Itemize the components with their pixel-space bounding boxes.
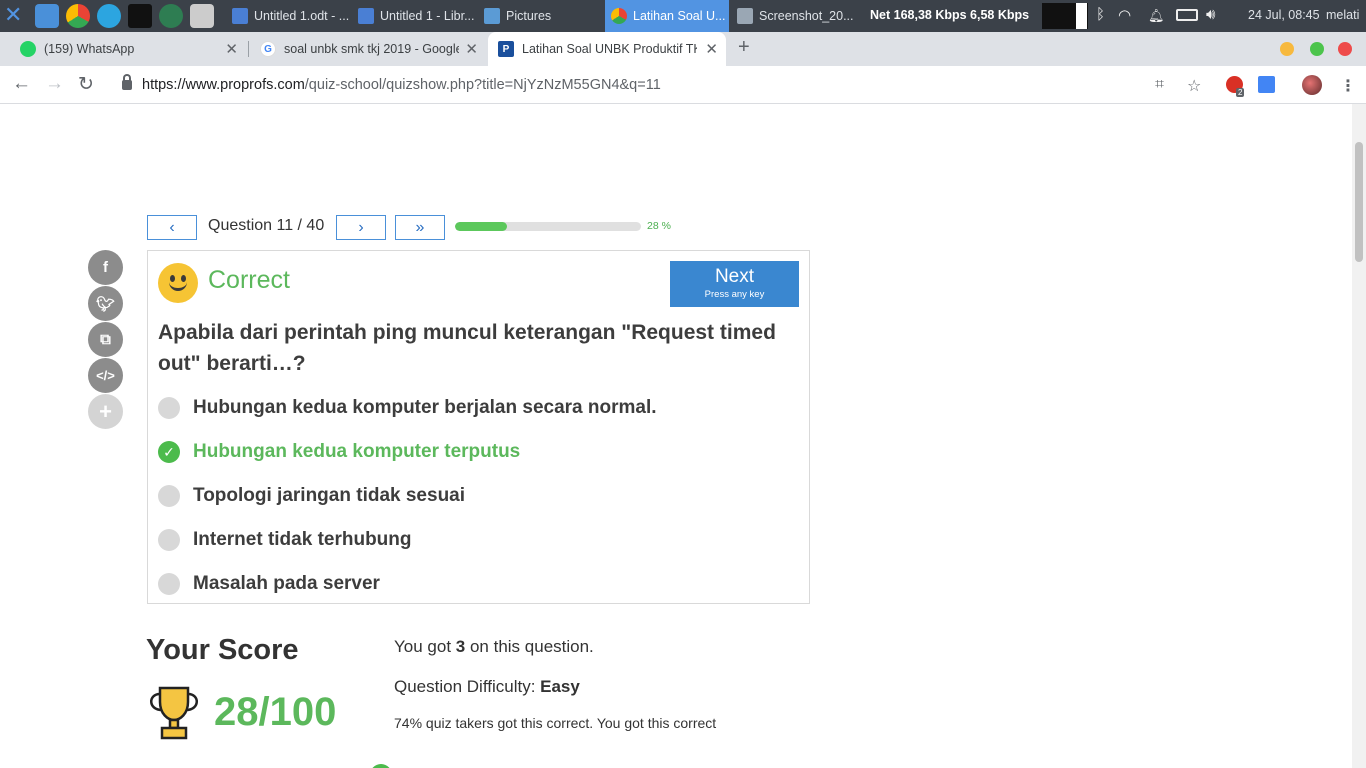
answer-option[interactable]: Internet tidak terhubung <box>158 526 412 554</box>
prev-question-button[interactable]: ‹ <box>147 215 197 240</box>
address-bar[interactable]: https://www.proprofs.com/quiz-school/qui… <box>110 70 1146 100</box>
answer-option[interactable]: Topologi jaringan tidak sesuai <box>158 482 465 510</box>
more-share-button[interactable]: + <box>88 394 123 429</box>
notification-bell-icon[interactable]: 🔔︎ <box>1148 8 1165 24</box>
network-speed: Net 168,38 Kbps 6,58 Kbps <box>870 8 1030 22</box>
trophy-icon <box>150 686 198 740</box>
new-tab-button[interactable]: + <box>738 36 750 59</box>
close-tab-icon[interactable]: ✕ <box>225 40 238 58</box>
progress-fill <box>455 222 508 231</box>
tab-separator <box>248 41 249 57</box>
url-domain: https://www.proprofs.com <box>142 77 305 93</box>
xfce-menu-icon[interactable]: ✕ <box>4 4 26 26</box>
embed-code-button[interactable]: </> <box>88 358 123 393</box>
clock[interactable]: 24 Jul, 08:45 <box>1248 8 1320 22</box>
close-window-button[interactable] <box>1338 42 1352 56</box>
facebook-share-button[interactable]: f <box>88 250 123 285</box>
battery-icon[interactable] <box>1176 9 1198 21</box>
progress-percent: 28 % <box>647 220 671 232</box>
chrome-icon[interactable] <box>66 4 90 28</box>
radio-icon[interactable] <box>158 529 180 551</box>
lock-icon <box>122 74 132 90</box>
browser-toolbar: ← → ↻ https://www.proprofs.com/quiz-scho… <box>0 66 1366 104</box>
volume-icon[interactable]: 🔊︎ <box>1206 6 1215 23</box>
score-value: 28/100 <box>214 690 337 734</box>
result-label: Correct <box>208 266 290 294</box>
radio-icon[interactable] <box>158 573 180 595</box>
question-card: Correct Next Press any key Apabila dari … <box>147 250 810 604</box>
task-writer-untitled[interactable]: Untitled 1 - Libr... <box>352 0 476 32</box>
folder-icon <box>484 8 500 24</box>
writer-icon <box>358 8 374 24</box>
tab-latihan-soal[interactable]: P Latihan Soal UNBK Produktif TK ✕ <box>488 32 726 66</box>
whatsapp-icon <box>20 41 36 57</box>
minimize-button[interactable] <box>1280 42 1294 56</box>
translate-icon[interactable]: ⌗ <box>1155 76 1164 94</box>
google-icon: G <box>260 41 276 57</box>
next-button[interactable]: Next Press any key <box>670 261 799 307</box>
answer-option-correct[interactable]: ✓ Hubungan kedua komputer terputus <box>158 438 520 466</box>
screenshot-tool-icon[interactable] <box>190 4 214 28</box>
copy-button[interactable]: ⧉ <box>88 322 123 357</box>
page-content: ‹ Question 11 / 40 › » 28 % f 🐦︎ ⧉ </> +… <box>0 104 1352 768</box>
radio-icon[interactable] <box>158 485 180 507</box>
back-button[interactable]: ← <box>12 73 31 95</box>
twitter-share-button[interactable]: 🐦︎ <box>88 286 123 321</box>
wifi-icon[interactable]: ◠ <box>1118 6 1131 24</box>
page-scrollbar[interactable] <box>1352 104 1366 768</box>
task-pictures[interactable]: Pictures <box>478 0 602 32</box>
maximize-button[interactable] <box>1310 42 1324 56</box>
writer-icon <box>232 8 248 24</box>
chrome-icon <box>611 8 627 24</box>
check-circle-icon[interactable]: ✓ <box>158 441 180 463</box>
terminal-icon[interactable] <box>128 4 152 28</box>
next-button-label: Next <box>714 266 755 287</box>
quiz-takers-stat: 74% quiz takers got this correct. You go… <box>394 715 717 731</box>
close-tab-icon[interactable]: ✕ <box>705 40 718 58</box>
reload-button[interactable]: ↻ <box>78 73 94 96</box>
scroll-thumb[interactable] <box>1355 142 1363 262</box>
task-writer-odt[interactable]: Untitled 1.odt - ... <box>226 0 350 32</box>
difficulty-value: Easy <box>540 677 580 696</box>
url-path: /quiz-school/quizshow.php?title=NjYzNzM5… <box>304 77 661 93</box>
next-question-button[interactable]: › <box>336 215 386 240</box>
answer-option[interactable]: Masalah pada server <box>158 570 380 598</box>
os-taskbar: ✕ Untitled 1.odt - ... Untitled 1 - Libr… <box>0 0 1366 32</box>
close-tab-icon[interactable]: ✕ <box>465 40 478 58</box>
username[interactable]: melati <box>1326 8 1359 22</box>
bluetooth-icon[interactable]: ᛒ <box>1096 6 1105 23</box>
task-chrome-latihan[interactable]: Latihan Soal U... <box>605 0 729 32</box>
finder-icon[interactable] <box>35 4 59 28</box>
task-screenshot[interactable]: Screenshot_20... <box>731 0 855 32</box>
next-button-hint: Press any key <box>704 289 765 300</box>
google-translate-icon[interactable] <box>1258 76 1275 93</box>
tab-whatsapp[interactable]: (159) WhatsApp ✕ <box>10 32 246 66</box>
bookmark-star-icon[interactable]: ☆ <box>1187 76 1201 96</box>
browser-tab-strip: (159) WhatsApp ✕ G soal unbk smk tkj 201… <box>0 32 1366 66</box>
image-viewer-icon <box>737 8 753 24</box>
proprofs-icon: P <box>498 41 514 57</box>
menu-kebab-icon[interactable]: ⋮ <box>1340 76 1356 96</box>
profile-avatar[interactable] <box>1302 75 1322 95</box>
question-points: You got 3 on this question. <box>394 637 594 656</box>
extension-badge: 2 <box>1236 88 1245 97</box>
score-heading: Your Score <box>146 634 299 666</box>
tray-white-block <box>1076 3 1087 29</box>
tab-google-search[interactable]: G soal unbk smk tkj 2019 - Google ✕ <box>250 32 486 66</box>
check-circle-icon <box>370 764 392 768</box>
points-value: 3 <box>455 637 466 656</box>
question-difficulty: Question Difficulty: Easy <box>394 677 580 696</box>
question-text: Apabila dari perintah ping muncul ketera… <box>158 321 776 375</box>
progress-bar <box>455 222 641 231</box>
smiley-icon <box>158 263 198 303</box>
question-counter: Question 11 / 40 <box>208 217 325 234</box>
forward-button[interactable]: → <box>45 73 64 95</box>
answer-option[interactable]: Hubungan kedua komputer berjalan secara … <box>158 394 657 422</box>
software-center-icon[interactable] <box>159 4 183 28</box>
telegram-icon[interactable] <box>97 4 121 28</box>
last-question-button[interactable]: » <box>395 215 445 240</box>
radio-icon[interactable] <box>158 397 180 419</box>
